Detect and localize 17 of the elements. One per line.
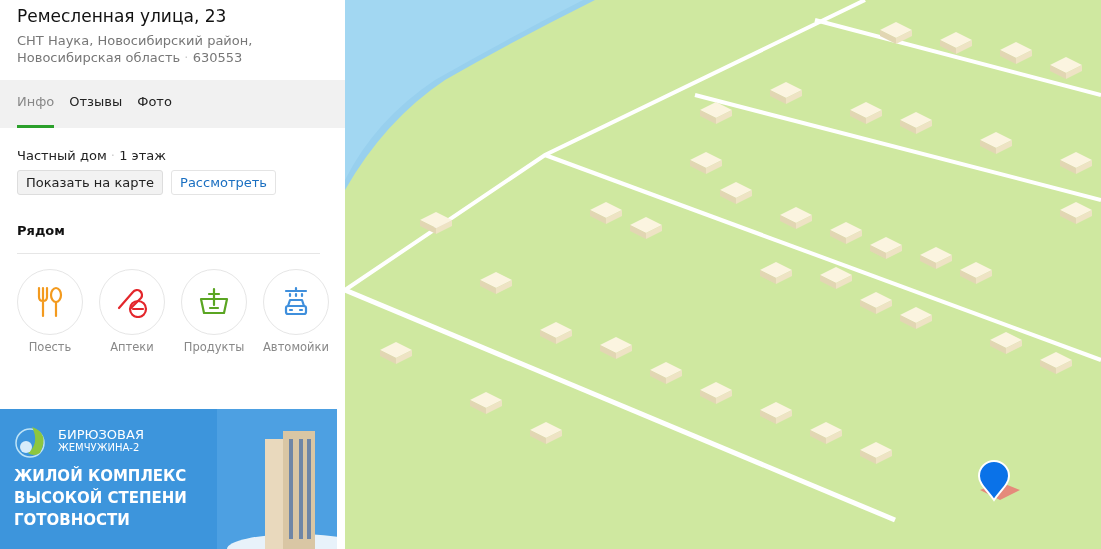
tab[interactable]: Инфо	[17, 79, 55, 128]
basket-icon	[198, 286, 230, 317]
nearby-heading: Рядом	[17, 222, 66, 240]
banner-headline: ЖИЛОЙ КОМПЛЕКС ВЫСОКОЙ СТЕПЕНИ ГОТОВНОСТИ	[14, 465, 187, 531]
view-button[interactable]: Рассмотреть	[171, 170, 276, 195]
ad-banner[interactable]: БИРЮЗОВАЯ ЖЕМЧУЖИНА-2 ЖИЛОЙ КОМПЛЕКС ВЫСОКОЙ СТЕПЕНИ ГОТОВНОСТИ	[0, 409, 337, 549]
tab[interactable]: Отзывы	[69, 79, 123, 128]
banner-brand-subtitle: ЖЕМЧУЖИНА-2	[58, 441, 141, 454]
fork-spoon-icon	[36, 285, 64, 318]
map-pin-icon[interactable]	[977, 460, 1011, 502]
building-info: Частный дом · 1 этаж	[17, 146, 167, 165]
show-on-map-button[interactable]: Показать на карте	[17, 170, 164, 195]
place-title: Ремесленная улица, 23	[17, 5, 228, 28]
car-wash-icon	[282, 285, 310, 318]
tab[interactable]: Фото	[137, 79, 172, 128]
place-address: СНТ Наука, Новосибирский район, Новосибирская область · 630553	[17, 31, 254, 66]
banner-brand: БИРЮЗОВАЯ	[58, 428, 144, 441]
